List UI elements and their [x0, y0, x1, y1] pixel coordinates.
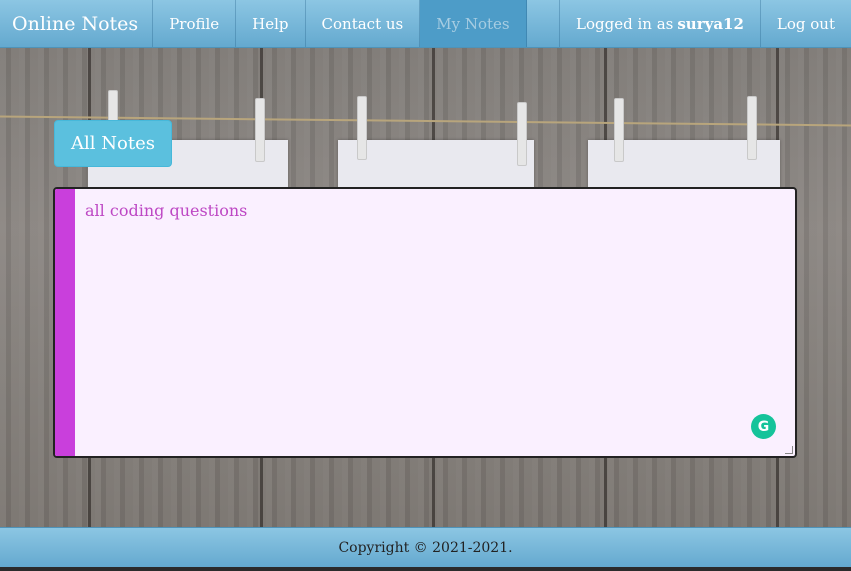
grammarly-icon[interactable]: G [751, 414, 776, 439]
resize-handle-icon[interactable] [785, 446, 793, 454]
note-accent-bar [55, 189, 75, 456]
username: surya12 [677, 14, 744, 33]
nav-item-profile[interactable]: Profile [153, 0, 237, 47]
clothes-pin [747, 96, 757, 160]
nav-item-my-notes[interactable]: My Notes [420, 0, 527, 47]
hanging-paper [338, 140, 534, 190]
note-content[interactable]: all coding questions [85, 201, 247, 220]
clothes-pin [357, 96, 367, 160]
copyright-text: Copyright © 2021-2021. [338, 539, 513, 556]
footer: Copyright © 2021-2021. [0, 527, 851, 567]
logout-link[interactable]: Log out [761, 0, 851, 47]
brand-link[interactable]: Online Notes [0, 0, 154, 47]
logged-in-status: Logged in as surya12 [560, 0, 761, 47]
nav-item-help[interactable]: Help [236, 0, 306, 47]
bottom-strip [0, 567, 851, 571]
clothes-pin [614, 98, 624, 162]
nav-spacer [527, 0, 561, 47]
nav-item-contact[interactable]: Contact us [306, 0, 421, 47]
logged-in-prefix: Logged in as [576, 14, 674, 33]
clothes-pin [517, 102, 527, 166]
clothes-pin [255, 98, 265, 162]
navbar: Online Notes Profile Help Contact us My … [0, 0, 851, 48]
note-textarea[interactable]: all coding questions G [53, 187, 797, 458]
all-notes-button[interactable]: All Notes [54, 120, 172, 167]
